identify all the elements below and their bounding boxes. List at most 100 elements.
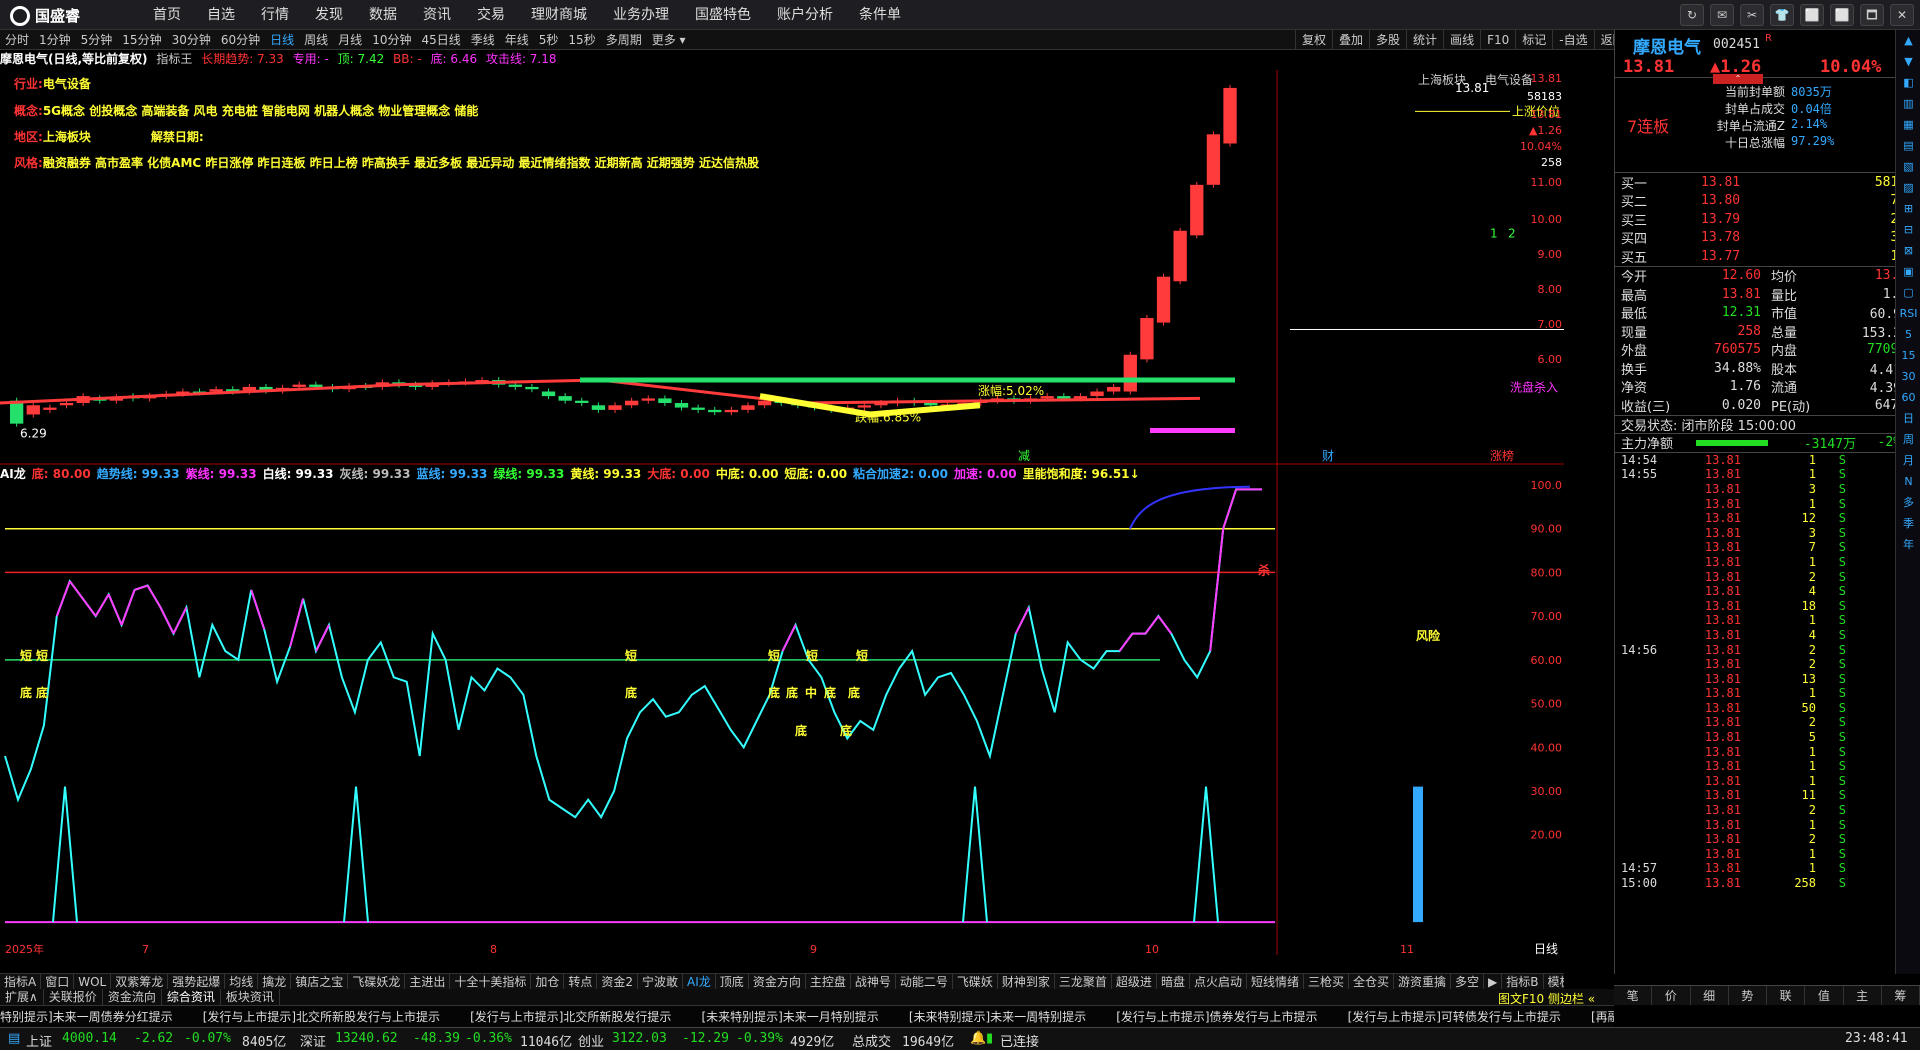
indicator-tab-7[interactable]: 镇店之宝 — [291, 974, 349, 989]
sidebar-icon-13[interactable]: RSI — [1896, 303, 1920, 324]
window-control-icon-6[interactable]: 🗖 — [1860, 4, 1884, 26]
indicator-tab-28[interactable]: 三枪买 — [1304, 974, 1349, 989]
tool-button-5[interactable]: F10 — [1480, 30, 1515, 50]
kline-chart[interactable]: 上海板块 电气设备13.81上涨价位6.29涨幅:5.02%跌幅:6.85%洗盘杀… — [0, 70, 1564, 465]
indicator-tab-2[interactable]: WOL — [74, 974, 112, 989]
candle[interactable] — [209, 389, 223, 392]
quote-tab-3[interactable]: 势 — [1729, 986, 1767, 1005]
sidebar-icon-10[interactable]: ⊠ — [1896, 240, 1920, 261]
news-item[interactable]: [未来特别提示]未来一月特别提示 — [701, 1010, 878, 1024]
news-ticker[interactable]: 特别提示]未来一周债券分红提示 [发行与上市提示]北交所新股发行与上市提示 [发行与… — [0, 1005, 1614, 1027]
candle[interactable] — [625, 400, 639, 406]
quote-tab-2[interactable]: 细 — [1691, 986, 1729, 1005]
quote-tab-0[interactable]: 笔 — [1614, 986, 1653, 1005]
candle[interactable] — [641, 398, 655, 401]
sidebar-icon-21[interactable]: N — [1896, 471, 1920, 492]
news-item[interactable]: [发行与上市提示]可转债发行与上市提示 — [1348, 1010, 1561, 1024]
period-tab-0[interactable]: 分时 — [0, 30, 34, 49]
tool-button-2[interactable]: 多股 — [1369, 30, 1406, 50]
candle[interactable] — [525, 386, 539, 390]
menu-item-9[interactable]: 国盛特色 — [682, 0, 764, 30]
sidebar-icon-0[interactable]: ▲ — [1896, 30, 1920, 51]
chart-title[interactable]: 摩恩电气(日线,等比前复权) — [0, 52, 148, 66]
indicator-tab-31[interactable]: 多空 — [1451, 974, 1485, 989]
menu-item-3[interactable]: 发现 — [302, 0, 356, 30]
candle[interactable] — [575, 400, 589, 403]
period-tab-9[interactable]: 10分钟 — [367, 30, 416, 49]
bid-row[interactable]: 买四13.78302 — [1615, 229, 1920, 247]
indicator-tab-6[interactable]: 擒龙 — [258, 974, 292, 989]
menu-item-10[interactable]: 账户分析 — [764, 0, 846, 30]
period-tab-12[interactable]: 年线 — [500, 30, 534, 49]
candle[interactable] — [857, 405, 871, 408]
news-item[interactable]: [发行与上市提示]北交所新股发行提示 — [470, 1010, 671, 1024]
bid-row[interactable]: 买三13.79257 — [1615, 210, 1920, 229]
menu-item-2[interactable]: 行情 — [248, 0, 302, 30]
indicator-tab-12[interactable]: 转点 — [564, 974, 598, 989]
indicator-tab-4[interactable]: 强势起爆 — [168, 974, 226, 989]
candle[interactable] — [1173, 230, 1187, 282]
candle[interactable] — [724, 409, 739, 413]
indicator-tab-8[interactable]: 飞碟妖龙 — [348, 974, 406, 989]
sidebar-icon-1[interactable]: ▼ — [1896, 51, 1920, 72]
window-control-icon-4[interactable]: ⬜ — [1800, 4, 1824, 26]
sidebar-icon-11[interactable]: ▣ — [1896, 261, 1920, 282]
candle[interactable] — [1140, 318, 1154, 360]
period-tab-1[interactable]: 1分钟 — [34, 30, 76, 49]
indicator-tab-18[interactable]: 主控盘 — [806, 974, 851, 989]
sidebar-icon-2[interactable]: ◧ — [1896, 72, 1920, 93]
indicator-tab-15[interactable]: AI龙 — [683, 974, 716, 989]
period-tab-11[interactable]: 季线 — [466, 30, 500, 49]
candle[interactable] — [292, 384, 306, 387]
sidebar-icon-24[interactable]: 年 — [1896, 534, 1920, 555]
window-control-icon-2[interactable]: ✂ — [1740, 4, 1764, 26]
period-tab-4[interactable]: 30分钟 — [167, 30, 216, 49]
candle[interactable] — [757, 400, 772, 406]
app-logo[interactable]: 国盛睿 — [10, 5, 80, 26]
info-tab-4[interactable]: 板块资讯 — [221, 989, 280, 1005]
indicator-tab-9[interactable]: 主进出 — [405, 974, 451, 989]
candle[interactable] — [1090, 391, 1104, 397]
sidebar-icon-22[interactable]: 多 — [1896, 492, 1920, 513]
sidebar-icon-4[interactable]: ▦ — [1896, 114, 1920, 135]
info-tab-1[interactable]: 关联报价 — [44, 989, 103, 1005]
candle[interactable] — [26, 405, 40, 415]
indicator-tab-0[interactable]: 指标A — [0, 974, 42, 989]
info-tab-3[interactable]: 综合资讯 — [162, 989, 221, 1005]
menu-item-4[interactable]: 数据 — [356, 0, 410, 30]
sidebar-icon-15[interactable]: 15 — [1896, 345, 1920, 366]
sidebar-icon-9[interactable]: ⊟ — [1896, 219, 1920, 240]
window-control-icon-1[interactable]: ✉ — [1710, 4, 1734, 26]
indicator-tab-27[interactable]: 短线情绪 — [1247, 974, 1304, 989]
news-item[interactable]: 特别提示]未来一周债券分红提示 — [0, 1010, 173, 1024]
ai-indicator-chart[interactable]: 短短短短短短底底底底底底底中底 底风险杀100.090.0080.0070.006… — [0, 465, 1564, 955]
period-tab-13[interactable]: 5秒 — [534, 30, 564, 49]
tool-button-7[interactable]: -自选 — [1552, 30, 1593, 50]
candle[interactable] — [558, 396, 572, 401]
tool-button-1[interactable]: 叠加 — [1332, 30, 1369, 50]
candle[interactable] — [1206, 134, 1221, 185]
indicator-tab-32[interactable]: ▶ — [1484, 974, 1503, 989]
indicator-tab-17[interactable]: 资金方向 — [749, 974, 806, 989]
sidebar-icon-17[interactable]: 60 — [1896, 387, 1920, 408]
indicator-tab-5[interactable]: 均线 — [225, 974, 259, 989]
indicator-tab-33[interactable]: 指标B — [1502, 974, 1544, 989]
menu-item-7[interactable]: 理财商城 — [518, 0, 600, 30]
candle[interactable] — [1156, 276, 1171, 323]
news-item[interactable]: [发行与上市提示]债券发行与上市提示 — [1116, 1010, 1317, 1024]
indicator-tab-25[interactable]: 暗盘 — [1157, 974, 1190, 989]
candle[interactable] — [43, 407, 57, 410]
indicator-tab-34[interactable]: 模板 — [1544, 974, 1564, 989]
indicator-tab-3[interactable]: 双紫筹龙 — [111, 974, 169, 989]
candle[interactable] — [674, 402, 689, 408]
indicator-tab-14[interactable]: 宁波敢 — [638, 974, 684, 989]
sidebar-icon-18[interactable]: 日 — [1896, 408, 1920, 429]
indicator-tab-10[interactable]: 十全十美指标 — [450, 974, 532, 989]
period-tab-14[interactable]: 15秒 — [563, 30, 600, 49]
indicator-tab-23[interactable]: 三龙聚首 — [1055, 974, 1112, 989]
window-control-icon-0[interactable]: ↻ — [1680, 4, 1704, 26]
news-item[interactable]: [未来特别提示]未来一周特别提示 — [909, 1010, 1086, 1024]
candle[interactable] — [1057, 396, 1071, 399]
window-control-icon-7[interactable]: ✕ — [1890, 4, 1914, 26]
indicator-tab-11[interactable]: 加仓 — [531, 974, 565, 989]
